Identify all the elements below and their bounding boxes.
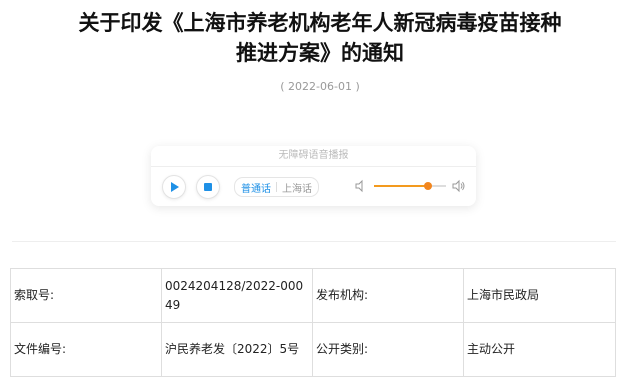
- audio-player: 无障碍语音播报 普通话 上海话: [151, 146, 476, 206]
- volume-knob[interactable]: [424, 182, 432, 190]
- table-row: 文件编号: 沪民养老发〔2022〕5号 公开类别: 主动公开: [10, 322, 616, 377]
- language-switch: 普通话 上海话: [234, 177, 319, 197]
- play-button[interactable]: [162, 175, 186, 199]
- lang-divider: [276, 182, 277, 192]
- section-divider: [12, 241, 616, 242]
- volume-slider[interactable]: [374, 182, 446, 190]
- meta-value: 主动公开: [463, 322, 616, 377]
- volume-high-icon[interactable]: [452, 179, 466, 193]
- title-line-2: 推进方案》的通知: [236, 41, 404, 65]
- meta-value: 0024204128/2022-00049: [161, 268, 313, 323]
- stop-icon: [204, 183, 212, 191]
- meta-value: 上海市民政局: [463, 268, 616, 323]
- stop-button[interactable]: [196, 175, 220, 199]
- meta-label: 文件编号:: [10, 322, 162, 377]
- player-header: 无障碍语音播报: [151, 146, 476, 167]
- publish-date: ( 2022-06-01 ): [280, 80, 360, 93]
- title-line-1: 关于印发《上海市养老机构老年人新冠病毒疫苗接种: [78, 11, 562, 35]
- meta-label: 发布机构:: [312, 268, 464, 323]
- page-title: 关于印发《上海市养老机构老年人新冠病毒疫苗接种 推进方案》的通知: [0, 8, 640, 68]
- meta-value: 沪民养老发〔2022〕5号: [161, 322, 313, 377]
- volume-fill: [374, 185, 428, 187]
- meta-label: 公开类别:: [312, 322, 464, 377]
- lang-mandarin[interactable]: 普通话: [241, 180, 271, 195]
- document-meta-table: 索取号: 0024204128/2022-00049 发布机构: 上海市民政局 …: [10, 268, 616, 377]
- play-icon: [171, 182, 179, 192]
- volume-low-icon[interactable]: [354, 179, 368, 193]
- meta-label: 索取号:: [10, 268, 162, 323]
- lang-shanghainese[interactable]: 上海话: [282, 180, 312, 195]
- table-row: 索取号: 0024204128/2022-00049 发布机构: 上海市民政局: [10, 268, 616, 323]
